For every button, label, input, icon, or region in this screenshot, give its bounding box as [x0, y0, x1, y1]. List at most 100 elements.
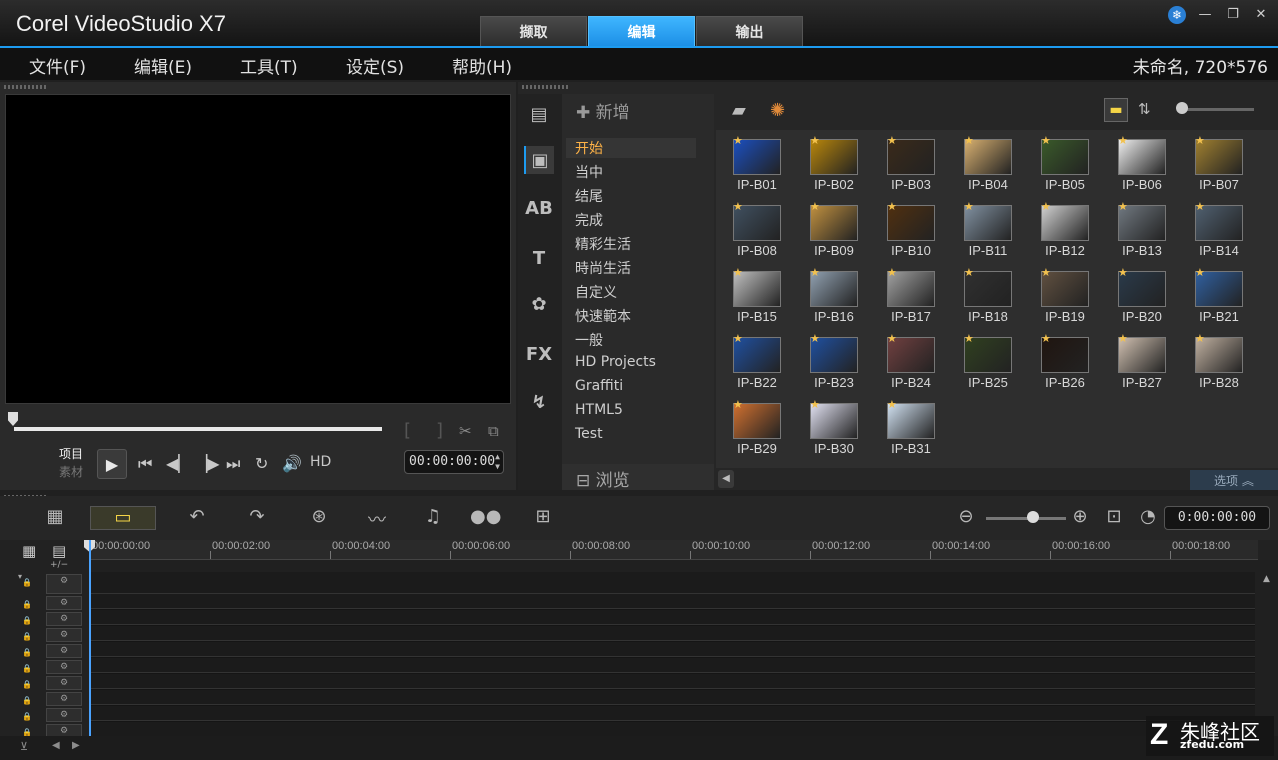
subtitle-editor-icon[interactable]: ⊞ [530, 506, 556, 530]
template-thumbnail[interactable]: ★ IP-B30 [805, 398, 881, 462]
film-reel-icon[interactable]: ✺ [770, 100, 785, 121]
template-thumbnail[interactable]: ★ IP-B13 [1113, 200, 1189, 264]
sort-icon[interactable]: ⇅ [1138, 100, 1151, 118]
template-thumbnail[interactable]: ★ IP-B08 [728, 200, 804, 264]
track-header[interactable]: ⚙ [46, 644, 82, 658]
zoom-in-icon[interactable]: ⊕ [1070, 506, 1090, 530]
instant-project-icon[interactable]: ▣ [524, 146, 554, 174]
tab-edit[interactable]: 编辑 [588, 16, 695, 46]
previous-frame-icon[interactable]: ◀▏ [166, 454, 191, 473]
track-header[interactable]: ⚙ [46, 660, 82, 674]
play-button[interactable]: ▶ [97, 449, 127, 479]
template-thumbnail[interactable]: ★ IP-B18 [959, 266, 1035, 330]
template-thumbnail[interactable]: ★ IP-B14 [1190, 200, 1266, 264]
track-header[interactable]: ⚙ [46, 692, 82, 706]
record-capture-icon[interactable]: ⊛ [306, 506, 332, 530]
video-track-icon[interactable]: ▦ [22, 542, 36, 560]
fit-project-icon[interactable]: ⊡ [1104, 506, 1124, 530]
template-thumbnail[interactable]: ★ IP-B31 [882, 398, 958, 462]
scroll-left-icon[interactable]: ◀ [52, 740, 60, 751]
clock-icon[interactable]: ◔ [1138, 506, 1158, 530]
transition-icon[interactable]: AB [524, 194, 554, 222]
timeline-ruler[interactable]: 00:00:00:00 00:00:02:00 00:00:04:00 00:00:0… [90, 540, 1258, 560]
snowflake-icon[interactable]: ❄ [1168, 6, 1186, 24]
list-view-icon[interactable]: ▬ [1104, 98, 1128, 122]
template-thumbnail[interactable]: ★ IP-B23 [805, 332, 881, 396]
lock-icon[interactable]: 🔒 [22, 632, 32, 641]
end-icon[interactable]: ⏭ [226, 454, 240, 474]
track-header[interactable]: ⚙ [46, 628, 82, 642]
lock-icon[interactable]: 🔒 [22, 578, 32, 587]
scroll-right-icon[interactable]: ▶ [72, 740, 80, 751]
options-button[interactable]: 选项 ︽ [1190, 470, 1278, 490]
mode-clip[interactable]: 素材 [59, 463, 83, 481]
template-thumbnail[interactable]: ★ IP-B07 [1190, 134, 1266, 198]
tab-share[interactable]: 输出 [696, 16, 803, 46]
player-timecode[interactable]: 00:00:00:00 ▲ ▼ [404, 450, 504, 474]
graphic-icon[interactable]: ✿ [524, 290, 554, 318]
template-thumbnail[interactable]: ★ IP-B26 [1036, 332, 1112, 396]
add-category-button[interactable]: ✚ 新增 [576, 98, 630, 123]
template-thumbnail[interactable]: ★ IP-B16 [805, 266, 881, 330]
track-header[interactable]: ⚙ [46, 676, 82, 690]
zoom-knob[interactable] [1027, 511, 1039, 523]
lock-icon[interactable]: 🔒 [22, 712, 32, 721]
track-header[interactable]: ⚙ [46, 612, 82, 626]
timecode-spinner[interactable]: ▲ ▼ [495, 452, 500, 472]
lock-icon[interactable]: 🔒 [22, 696, 32, 705]
template-thumbnail[interactable]: ★ IP-B22 [728, 332, 804, 396]
template-thumbnail[interactable]: ★ IP-B01 [728, 134, 804, 198]
timeline-timecode[interactable]: 0:00:00:00 [1164, 506, 1270, 530]
audio-mixer-icon[interactable]: 〰 [364, 506, 390, 531]
category-item[interactable]: 完成 [575, 210, 603, 230]
template-thumbnail[interactable]: ★ IP-B29 [728, 398, 804, 462]
template-thumbnail[interactable]: ★ IP-B05 [1036, 134, 1112, 198]
timeline-vertical-scrollbar[interactable]: ▲ [1258, 560, 1278, 736]
split-icon[interactable]: ✂ [459, 422, 472, 440]
track-header[interactable]: ⚙ [46, 574, 82, 594]
enlarge-icon[interactable]: ⧉ [488, 422, 499, 440]
close-icon[interactable]: ✕ [1252, 6, 1270, 24]
category-item[interactable]: HD Projects [575, 354, 656, 370]
timeline-track[interactable] [90, 658, 1255, 673]
playhead[interactable] [89, 540, 91, 736]
zoom-out-icon[interactable]: ⊖ [956, 506, 976, 530]
timeline-track[interactable] [90, 572, 1255, 594]
media-icon[interactable]: ▤ [524, 100, 554, 128]
track-manager-icon[interactable]: ▤ [52, 542, 66, 560]
timeline-track[interactable] [90, 610, 1255, 625]
template-thumbnail[interactable]: ★ IP-B27 [1113, 332, 1189, 396]
template-thumbnail[interactable]: ★ IP-B11 [959, 200, 1035, 264]
timeline-track[interactable] [90, 594, 1255, 609]
lock-icon[interactable]: 🔒 [22, 616, 32, 625]
category-item[interactable]: 一般 [575, 330, 603, 350]
category-item[interactable]: 精彩生活 [575, 234, 631, 254]
browse-button[interactable]: ⊟ 浏览 [562, 464, 714, 491]
path-icon[interactable]: ↯ [524, 388, 554, 416]
category-item[interactable]: 自定义 [575, 282, 617, 302]
timeline-track[interactable] [90, 642, 1255, 657]
category-item[interactable]: 快速範本 [575, 306, 631, 326]
motion-tracking-icon[interactable]: ●● [470, 506, 501, 530]
thumbnail-size-knob[interactable] [1176, 102, 1188, 114]
track-header[interactable]: ⚙ [46, 708, 82, 722]
menu-edit[interactable]: 编辑(E) [134, 53, 192, 78]
timeline-tracks[interactable] [90, 572, 1255, 737]
template-thumbnail[interactable]: ★ IP-B09 [805, 200, 881, 264]
zoom-slider[interactable] [986, 517, 1066, 520]
timeline-track[interactable] [90, 626, 1255, 641]
template-thumbnail[interactable]: ★ IP-B25 [959, 332, 1035, 396]
timeline-track[interactable] [90, 722, 1255, 737]
thumbnail-size-slider[interactable] [1180, 108, 1254, 111]
minimize-icon[interactable]: — [1196, 6, 1214, 24]
template-thumbnail[interactable]: ★ IP-B12 [1036, 200, 1112, 264]
next-frame-icon[interactable]: ▕▶ [195, 454, 220, 473]
template-thumbnail[interactable]: ★ IP-B19 [1036, 266, 1112, 330]
hd-toggle[interactable]: HD [310, 454, 331, 470]
lock-icon[interactable]: 🔒 [22, 728, 32, 737]
volume-icon[interactable]: 🔊 [282, 454, 302, 473]
lock-icon[interactable]: 🔒 [22, 600, 32, 609]
template-thumbnail[interactable]: ★ IP-B10 [882, 200, 958, 264]
title-icon[interactable]: T [524, 244, 554, 272]
track-add-icon[interactable]: ⊻ [20, 740, 28, 753]
